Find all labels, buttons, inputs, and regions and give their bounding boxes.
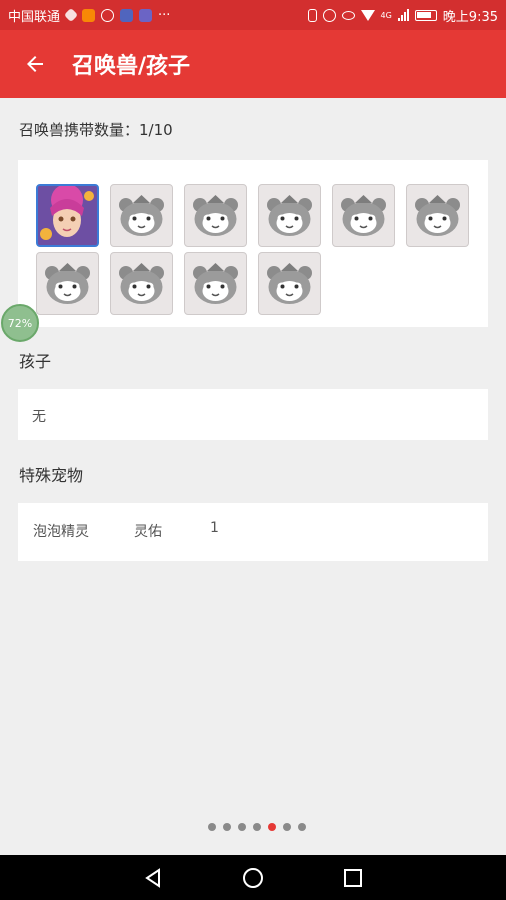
placeholder-pet-icon [193, 263, 238, 304]
more-notifications-indicator: ··· [158, 7, 171, 23]
nav-home-icon [243, 867, 263, 888]
battery-icon [414, 9, 437, 21]
page-dot[interactable] [298, 823, 306, 831]
pet-slot-empty[interactable] [332, 184, 395, 247]
page-title: 召唤兽/孩子 [72, 54, 191, 79]
nav-back-button[interactable] [103, 855, 203, 900]
app-icon [101, 8, 115, 22]
pet-slot-empty[interactable] [110, 184, 173, 247]
special-pets-title: 特殊宠物 [19, 466, 84, 485]
children-box: 无 [18, 389, 488, 440]
children-title: 孩子 [19, 352, 52, 371]
page-dot[interactable] [208, 823, 216, 831]
carrier-label: 中国联通 [8, 9, 61, 25]
placeholder-pet-icon [193, 195, 238, 236]
placeholder-pet-icon [415, 195, 460, 236]
placeholder-pet-icon [119, 195, 164, 236]
pet-slot-empty[interactable] [36, 252, 99, 315]
signal-icon [397, 9, 409, 21]
nav-home-button[interactable] [203, 855, 303, 900]
nav-back-icon [145, 867, 160, 888]
vibrate-icon [307, 8, 317, 22]
pet-slot-avatar[interactable] [36, 184, 99, 247]
nav-recents-button[interactable] [303, 855, 403, 900]
pet-grid [18, 160, 488, 327]
special-pet-type: 灵佑 [134, 524, 162, 540]
carrier-icon [63, 7, 79, 23]
arrow-left-icon [27, 56, 43, 72]
special-pet-count: 1 [210, 520, 219, 536]
special-pet-name: 泡泡精灵 [33, 524, 89, 540]
network-type: 4G [380, 10, 392, 20]
status-bar: 中国联通 ··· 4G 晚上9:35 [0, 0, 506, 30]
nav-recents-icon [344, 868, 362, 887]
page-dot-active[interactable] [268, 823, 276, 831]
alarm-icon [322, 8, 336, 22]
pet-slot-empty[interactable] [110, 252, 173, 315]
placeholder-pet-icon [45, 263, 90, 304]
page-dot[interactable] [283, 823, 291, 831]
pet-slot-empty[interactable] [184, 252, 247, 315]
clock: 晚上9:35 [442, 9, 498, 25]
eye-icon [341, 10, 355, 20]
tieba-icon [120, 8, 134, 22]
placeholder-pet-icon [267, 263, 312, 304]
placeholder-pet-icon [119, 263, 164, 304]
app-bar: 召唤兽/孩子 [0, 30, 506, 98]
page-indicator [208, 823, 306, 831]
app-icon-2 [139, 8, 153, 22]
page-dot[interactable] [253, 823, 261, 831]
pet-slot-empty[interactable] [258, 184, 321, 247]
special-pets-box: 泡泡精灵 灵佑 1 [18, 503, 488, 561]
navigation-bar [0, 855, 506, 900]
children-value: 无 [32, 409, 46, 425]
wifi-icon [360, 9, 375, 21]
progress-bubble[interactable]: 72% [1, 304, 39, 342]
pet-avatar [38, 186, 97, 245]
back-button[interactable] [0, 30, 70, 98]
special-pet-row[interactable]: 泡泡精灵 灵佑 1 [18, 503, 488, 561]
pet-slot-empty[interactable] [406, 184, 469, 247]
page-dot[interactable] [238, 823, 246, 831]
placeholder-pet-icon [341, 195, 386, 236]
pet-slot-empty[interactable] [184, 184, 247, 247]
page-dot[interactable] [223, 823, 231, 831]
pet-slot-empty[interactable] [258, 252, 321, 315]
pet-count-label: 召唤兽携带数量：1/10 [19, 121, 173, 139]
placeholder-pet-icon [267, 195, 312, 236]
notification-icon [82, 8, 96, 22]
